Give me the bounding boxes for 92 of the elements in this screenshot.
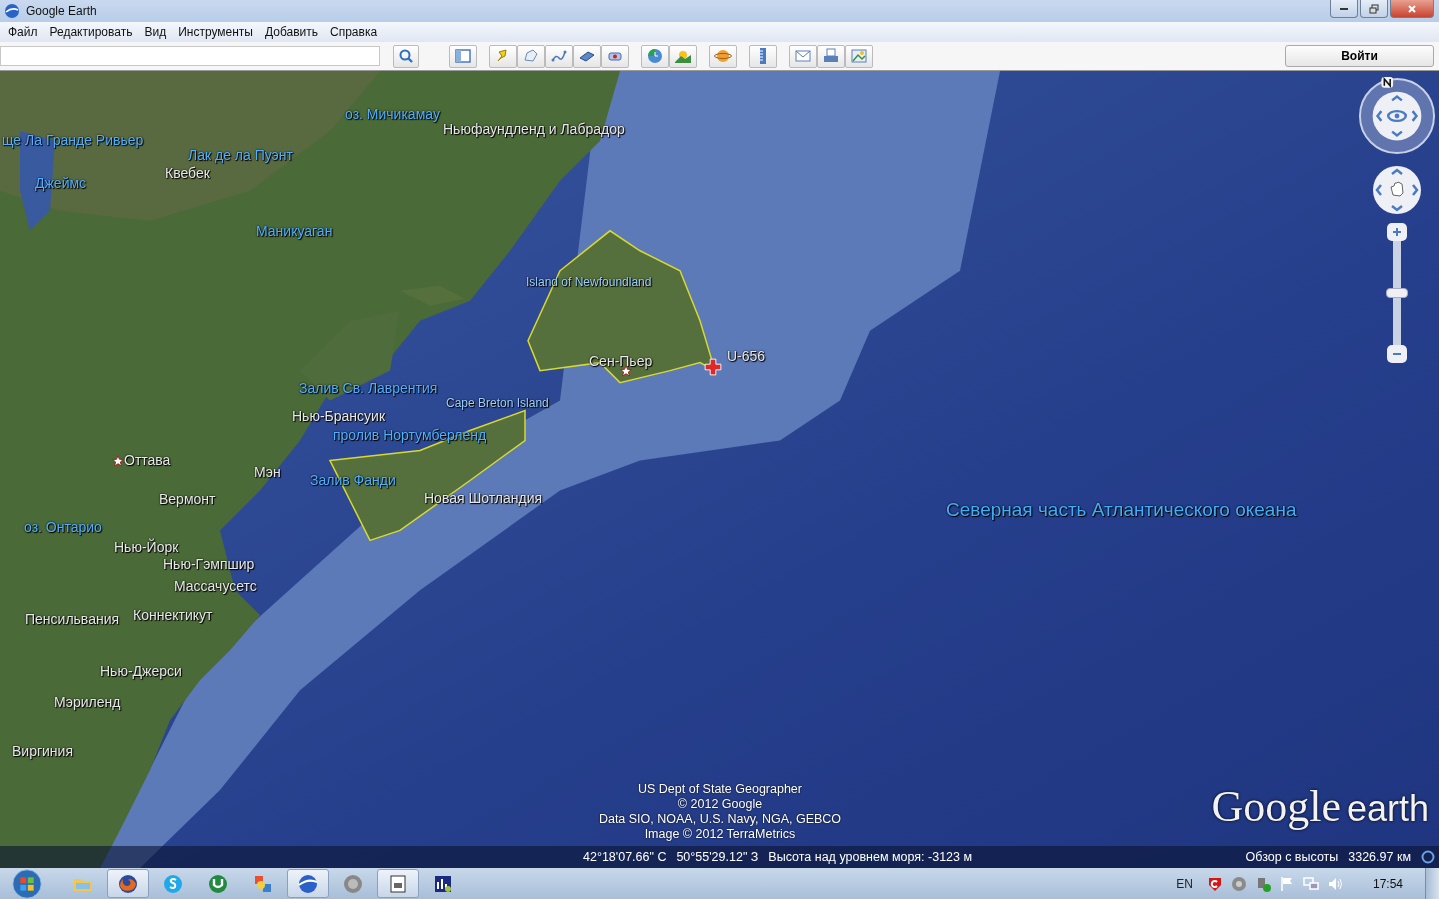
taskbar-button[interactable] <box>107 869 149 898</box>
save-image-icon <box>850 47 868 65</box>
cross-icon[interactable] <box>704 358 722 376</box>
show-desktop-button[interactable] <box>1425 868 1439 899</box>
search-button[interactable] <box>393 44 419 68</box>
latitude-text: 42°18'07.66" С <box>583 850 667 864</box>
move-joystick-icon[interactable] <box>1372 165 1422 215</box>
sidebar-toggle-button[interactable] <box>449 44 477 68</box>
streaming-indicator-icon <box>1421 850 1435 864</box>
save-image-button[interactable] <box>845 44 873 68</box>
close-button[interactable] <box>1390 0 1434 18</box>
longitude-text: 50°55'29.12" З <box>676 850 759 864</box>
email-icon <box>794 47 812 65</box>
menu-item[interactable]: Инструменты <box>172 25 259 39</box>
zoom-in-button[interactable] <box>1387 223 1407 241</box>
eye-altitude-label: Обзор с высоты <box>1245 850 1339 864</box>
sign-in-button[interactable]: Войти <box>1285 45 1434 67</box>
globe-icon <box>4 3 20 19</box>
language-indicator[interactable]: EN <box>1176 876 1193 891</box>
map-label: Залив Св. Лаврентия <box>299 380 438 396</box>
menu-item[interactable]: Вид <box>138 25 173 39</box>
satellite-map[interactable] <box>0 71 1439 868</box>
map-label: Пенсильвания <box>25 611 120 627</box>
map-label: Маникуаган <box>256 223 333 239</box>
map-label: Нью-Брансуик <box>292 408 385 424</box>
menu-item[interactable]: Редактировать <box>43 25 139 39</box>
path-button[interactable] <box>545 44 573 68</box>
map-label: Северная часть Атлантического океана <box>946 499 1297 521</box>
map-label: U-656 <box>727 348 766 364</box>
minimize-button[interactable] <box>1330 0 1358 18</box>
planet-icon <box>714 47 732 65</box>
shield-icon[interactable] <box>1206 875 1223 892</box>
menu-item[interactable]: Добавить <box>258 25 324 39</box>
map-label: Оттава <box>124 452 171 468</box>
plus-icon <box>1392 227 1402 237</box>
restore-button[interactable] <box>1360 0 1388 18</box>
historical-imagery-button[interactable] <box>641 44 669 68</box>
map-label: Cape Breton Island <box>446 396 549 410</box>
logo: Google earth <box>1211 781 1429 832</box>
attribution-text: Data SIO, NOAA, U.S. Navy, NGA, GEBCO <box>598 812 842 827</box>
record-tour-button[interactable] <box>601 44 629 68</box>
print-icon <box>822 47 840 65</box>
email-button[interactable] <box>789 44 817 68</box>
map-label: Мэн <box>254 464 281 480</box>
restore-icon <box>1369 3 1379 14</box>
attribution-text: Image © 2012 TerraMetrics <box>644 827 796 842</box>
eye-altitude-value: 3326.97 км <box>1348 850 1411 864</box>
map-label: Квебек <box>165 165 210 181</box>
taskbar-button[interactable] <box>287 869 329 898</box>
map-label: Джеймс <box>35 175 87 191</box>
map-label: Вермонт <box>159 491 216 507</box>
menu-item[interactable]: Файл <box>2 25 44 39</box>
network-icon[interactable] <box>1302 875 1319 892</box>
window-title: Google Earth <box>26 4 98 18</box>
map-label: оз. Мичикамау <box>345 106 440 122</box>
zoom-out-button[interactable] <box>1387 345 1407 363</box>
menu-item[interactable]: Справка <box>324 25 384 39</box>
map-label: Массачусетс <box>174 578 257 594</box>
map-label: оз. Онтарио <box>24 519 102 535</box>
polygon-button[interactable] <box>517 44 545 68</box>
map-label: Лак де ла Пуэнт <box>188 147 293 163</box>
ruler-button[interactable] <box>749 44 777 68</box>
taskbar-button[interactable] <box>377 869 419 898</box>
map-label: Нью-Джерси <box>100 663 182 679</box>
disc-icon[interactable] <box>1230 875 1247 892</box>
attribution-text: US Dept of State Geographer <box>638 782 802 797</box>
polygon-icon <box>522 47 540 65</box>
sidebar-toggle-icon <box>454 47 472 65</box>
map-label: ще Ла Гранде Ривьер <box>2 132 144 148</box>
look-joystick-icon[interactable] <box>1358 77 1436 155</box>
map-label: Мэриленд <box>54 694 121 710</box>
historical-imagery-icon <box>646 47 664 65</box>
map-label: Сен-Пьер <box>589 353 653 369</box>
star-icon <box>112 455 124 467</box>
map-label: Виргиния <box>12 743 73 759</box>
map-label: Нью-Гэмпшир <box>163 556 255 572</box>
attribution-text: © 2012 Google <box>677 797 763 812</box>
search-icon <box>398 48 414 64</box>
clock[interactable]: 17:54 <box>1372 876 1403 891</box>
elevation-text: Высота над уровнем моря: -3123 м <box>768 850 973 864</box>
map-label: Коннектикут <box>133 607 213 623</box>
placemark-button[interactable] <box>489 44 517 68</box>
minimize-icon <box>1340 7 1348 10</box>
planet-button[interactable] <box>709 44 737 68</box>
print-button[interactable] <box>817 44 845 68</box>
image-overlay-button[interactable] <box>573 44 601 68</box>
close-icon <box>1407 3 1417 14</box>
slider-thumb[interactable] <box>1386 288 1408 298</box>
start-button[interactable] <box>12 868 42 899</box>
sunlight-button[interactable] <box>669 44 697 68</box>
search-field[interactable] <box>0 46 380 66</box>
map-label: Нью-Йорк <box>114 539 179 555</box>
